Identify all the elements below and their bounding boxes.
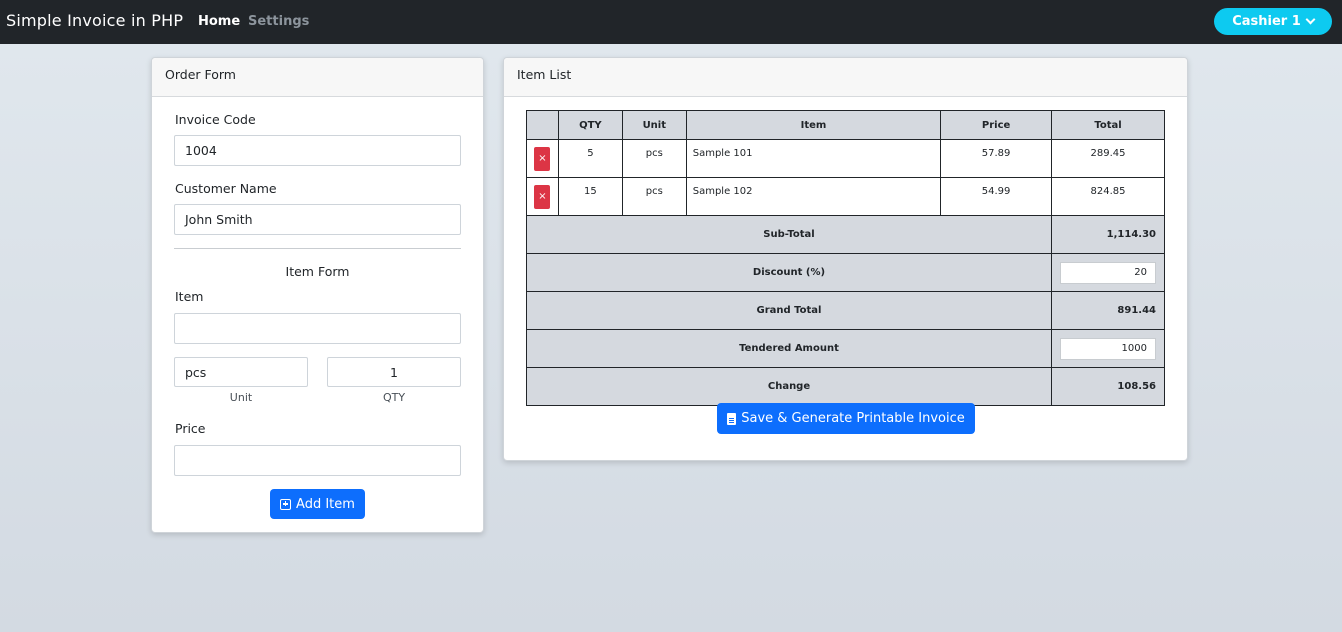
- change-value: 108.56: [1051, 367, 1165, 406]
- column-header-price: Price: [940, 110, 1052, 140]
- customer-name-input[interactable]: John Smith: [174, 204, 461, 235]
- item-input[interactable]: [174, 313, 461, 344]
- table-row: × 15 pcs Sample 102 54.99 824.85: [526, 177, 1165, 216]
- item-form-title: Item Form: [285, 264, 350, 279]
- nav-link-home[interactable]: Home: [198, 14, 240, 29]
- discount-cell: 20: [1051, 253, 1165, 292]
- change-row: Change 108.56: [526, 367, 1165, 406]
- row-price: 57.89: [940, 139, 1052, 178]
- tendered-row: Tendered Amount 1000: [526, 329, 1165, 368]
- change-label: Change: [526, 367, 1052, 406]
- row-total: 824.85: [1051, 177, 1165, 216]
- tendered-cell: 1000: [1051, 329, 1165, 368]
- plus-square-icon: [280, 498, 292, 510]
- unit-label: Unit: [229, 391, 253, 404]
- row-item: Sample 101: [685, 139, 942, 178]
- row-item: Sample 102: [685, 177, 942, 216]
- nav-link-settings[interactable]: Settings: [248, 14, 309, 29]
- column-header-qty: QTY: [557, 110, 623, 140]
- discount-label: Discount (%): [526, 253, 1052, 292]
- row-unit: pcs: [621, 177, 687, 216]
- grand-total-label: Grand Total: [526, 291, 1052, 330]
- file-text-icon: [727, 412, 737, 425]
- unit-input[interactable]: pcs: [174, 357, 308, 387]
- form-divider: [174, 248, 461, 249]
- order-form-card: Order Form Invoice Code 1004 Customer Na…: [151, 57, 484, 533]
- qty-label: QTY: [382, 391, 406, 404]
- row-action-cell: ×: [526, 139, 559, 178]
- column-header-total: Total: [1051, 110, 1165, 140]
- tendered-label: Tendered Amount: [526, 329, 1052, 368]
- delete-row-button[interactable]: ×: [534, 184, 551, 209]
- item-list-title: Item List: [504, 58, 1187, 97]
- column-header-action: [526, 110, 559, 140]
- grand-total-value: 891.44: [1051, 291, 1165, 330]
- row-qty: 15: [557, 177, 623, 216]
- save-invoice-button[interactable]: Save & Generate Printable Invoice: [717, 403, 975, 434]
- price-input[interactable]: [174, 445, 461, 476]
- row-total: 289.45: [1051, 139, 1165, 178]
- invoice-code-label: Invoice Code: [175, 112, 256, 127]
- price-label: Price: [175, 421, 206, 436]
- user-name: Cashier 1: [1232, 14, 1301, 29]
- add-item-button[interactable]: Add Item: [270, 489, 365, 519]
- subtotal-value: 1,114.30: [1051, 215, 1165, 254]
- invoice-code-input[interactable]: 1004: [174, 135, 461, 166]
- grand-total-row: Grand Total 891.44: [526, 291, 1165, 330]
- table-row: × 5 pcs Sample 101 57.89 289.45: [526, 139, 1165, 178]
- subtotal-label: Sub-Total: [526, 215, 1052, 254]
- discount-input[interactable]: 20: [1060, 261, 1156, 284]
- delete-row-button[interactable]: ×: [534, 146, 551, 171]
- row-price: 54.99: [940, 177, 1052, 216]
- tendered-input[interactable]: 1000: [1060, 337, 1156, 360]
- user-menu-button[interactable]: Cashier 1: [1214, 8, 1332, 35]
- column-header-item: Item: [685, 110, 942, 140]
- top-navbar: Simple Invoice in PHP Home Settings Cash…: [0, 0, 1342, 44]
- chevron-down-icon: [1305, 14, 1316, 25]
- qty-input[interactable]: 1: [327, 357, 461, 387]
- item-list-card: Item List QTY Unit Item Price Total × 5 …: [503, 57, 1188, 461]
- items-table: QTY Unit Item Price Total × 5 pcs Sample…: [526, 110, 1165, 406]
- close-icon: ×: [538, 153, 547, 164]
- close-icon: ×: [538, 191, 547, 202]
- customer-name-label: Customer Name: [175, 181, 277, 196]
- save-invoice-label: Save & Generate Printable Invoice: [741, 411, 965, 426]
- subtotal-row: Sub-Total 1,114.30: [526, 215, 1165, 254]
- row-action-cell: ×: [526, 177, 559, 216]
- table-header-row: QTY Unit Item Price Total: [526, 110, 1165, 140]
- item-label: Item: [175, 289, 204, 304]
- app-brand[interactable]: Simple Invoice in PHP: [6, 11, 183, 30]
- order-form-title: Order Form: [152, 58, 483, 97]
- row-unit: pcs: [621, 139, 687, 178]
- add-item-label: Add Item: [296, 496, 355, 512]
- row-qty: 5: [557, 139, 623, 178]
- column-header-unit: Unit: [621, 110, 687, 140]
- discount-row: Discount (%) 20: [526, 253, 1165, 292]
